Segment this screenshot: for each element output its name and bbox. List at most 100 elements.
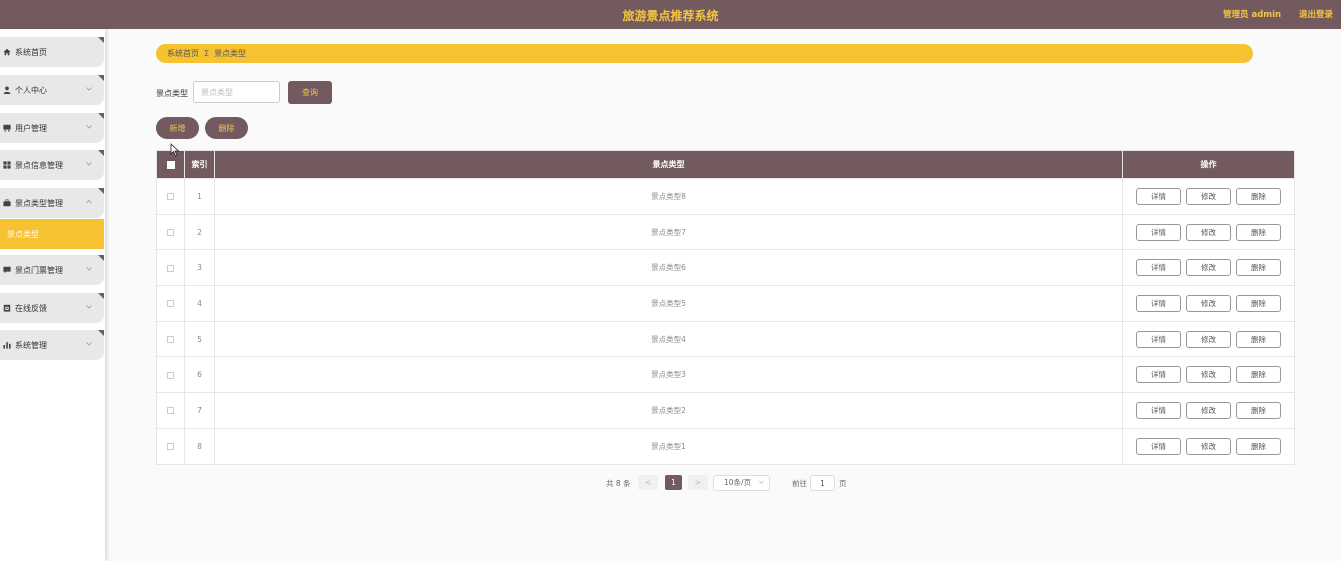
- corner-decoration: [98, 150, 104, 156]
- row-ops: 详情 修改 删除: [1122, 356, 1295, 394]
- row-checkbox[interactable]: [167, 193, 174, 201]
- add-button[interactable]: 新增: [156, 117, 199, 139]
- sidebar-item-users[interactable]: 用户管理: [0, 113, 104, 143]
- next-page-button[interactable]: >: [688, 475, 708, 490]
- row-type: 景点类型6: [214, 249, 1123, 287]
- detail-button[interactable]: 详情: [1136, 187, 1181, 205]
- detail-button[interactable]: 详情: [1136, 366, 1181, 384]
- edit-button[interactable]: 修改: [1186, 330, 1231, 348]
- edit-button[interactable]: 修改: [1186, 366, 1231, 384]
- delete-button[interactable]: 删除: [1236, 294, 1281, 312]
- bar-chart-icon: [2, 340, 12, 350]
- row-checkbox-cell: [156, 427, 185, 465]
- user-icon: [2, 85, 12, 95]
- admin-label: 管理员 admin: [1223, 10, 1282, 20]
- prev-page-button[interactable]: <: [638, 475, 658, 490]
- logout-link[interactable]: 退出登录: [1299, 8, 1333, 20]
- chevron-up-icon: [86, 199, 92, 204]
- delete-button[interactable]: 删除: [1236, 330, 1281, 348]
- row-type: 景点类型5: [214, 285, 1123, 322]
- row-checkbox[interactable]: [167, 443, 174, 451]
- row-type: 景点类型8: [214, 178, 1123, 215]
- detail-button[interactable]: 详情: [1136, 437, 1181, 455]
- chevron-down-icon: [86, 87, 92, 91]
- breadcrumb-separator: Σ: [204, 49, 210, 58]
- delete-button[interactable]: 删除: [1236, 187, 1281, 205]
- breadcrumb-current: 景点类型: [214, 49, 247, 58]
- sidebar-item-spot-info[interactable]: 景点信息管理: [0, 150, 104, 180]
- row-checkbox[interactable]: [167, 407, 174, 415]
- select-all-checkbox[interactable]: [166, 160, 175, 169]
- clipboard-icon: [2, 303, 12, 313]
- chevron-down-icon: [86, 305, 92, 309]
- corner-decoration: [98, 188, 104, 194]
- chat-icon: [2, 265, 12, 275]
- header-type: 景点类型: [214, 150, 1123, 179]
- sidebar-item-label: 在线反馈: [15, 303, 47, 313]
- row-checkbox-cell: [156, 213, 185, 251]
- delete-button[interactable]: 删除: [1236, 401, 1281, 419]
- batch-delete-button[interactable]: 删除: [205, 117, 248, 139]
- sidebar-item-personal[interactable]: 个人中心: [0, 75, 104, 105]
- delete-button[interactable]: 删除: [1236, 366, 1281, 384]
- corner-decoration: [98, 255, 104, 261]
- edit-button[interactable]: 修改: [1186, 437, 1231, 455]
- sidebar-item-label: 景点门票管理: [15, 265, 63, 275]
- row-checkbox-cell: [156, 356, 185, 394]
- row-checkbox-cell: [156, 320, 185, 358]
- row-checkbox[interactable]: [167, 371, 174, 379]
- sidebar-item-tickets[interactable]: 景点门票管理: [0, 255, 104, 285]
- corner-decoration: [98, 37, 104, 43]
- detail-button[interactable]: 详情: [1136, 294, 1181, 312]
- edit-button[interactable]: 修改: [1186, 294, 1231, 312]
- row-checkbox-cell: [156, 178, 185, 215]
- sidebar-item-spot-type-mgmt[interactable]: 景点类型管理: [0, 188, 104, 218]
- edit-button[interactable]: 修改: [1186, 401, 1231, 419]
- row-type: 景点类型7: [214, 213, 1123, 251]
- sidebar-item-label: 个人中心: [15, 85, 47, 95]
- search-input[interactable]: [193, 81, 280, 103]
- sidebar-item-label: 系统管理: [15, 340, 47, 350]
- row-type: 景点类型3: [214, 356, 1123, 394]
- edit-button[interactable]: 修改: [1186, 259, 1231, 277]
- row-ops: 详情 修改 删除: [1122, 320, 1295, 358]
- sidebar-item-home[interactable]: 系统首页: [0, 37, 104, 67]
- home-icon: [2, 47, 12, 57]
- sidebar-subitem-spot-type[interactable]: 景点类型: [0, 219, 104, 249]
- detail-button[interactable]: 详情: [1136, 259, 1181, 277]
- edit-button[interactable]: 修改: [1186, 187, 1231, 205]
- query-button[interactable]: 查询: [288, 81, 332, 104]
- delete-button[interactable]: 删除: [1236, 259, 1281, 277]
- page-suffix: 页: [839, 479, 847, 488]
- goto-label: 前往: [792, 479, 807, 488]
- row-checkbox[interactable]: [167, 300, 174, 308]
- detail-button[interactable]: 详情: [1136, 401, 1181, 419]
- delete-button[interactable]: 删除: [1236, 437, 1281, 455]
- row-ops: 详情 修改 删除: [1122, 285, 1295, 322]
- sidebar: 系统首页 个人中心 用户管理 景点信息管理 景点类型管理 景点类型 景点门票管理…: [0, 29, 105, 561]
- row-checkbox[interactable]: [167, 229, 174, 237]
- row-checkbox[interactable]: [167, 336, 174, 344]
- goto-page-input[interactable]: [810, 475, 835, 491]
- row-index: 4: [184, 285, 215, 322]
- corner-decoration: [98, 293, 104, 299]
- page-size-select[interactable]: 10条/页: [713, 475, 770, 491]
- sidebar-item-feedback[interactable]: 在线反馈: [0, 293, 104, 323]
- row-checkbox[interactable]: [167, 264, 174, 272]
- delete-button[interactable]: 删除: [1236, 223, 1281, 241]
- table-row: 3 景点类型6 详情 修改 删除: [156, 249, 1295, 287]
- row-ops: 详情 修改 删除: [1122, 427, 1295, 465]
- chevron-down-icon: [86, 162, 92, 166]
- grid-icon: [2, 160, 12, 170]
- detail-button[interactable]: 详情: [1136, 223, 1181, 241]
- users-icon: [2, 123, 12, 133]
- table-row: 5 景点类型4 详情 修改 删除: [156, 320, 1295, 358]
- page-number-current[interactable]: 1: [665, 475, 682, 490]
- chevron-down-icon: [86, 267, 92, 271]
- edit-button[interactable]: 修改: [1186, 223, 1231, 241]
- sidebar-item-system[interactable]: 系统管理: [0, 330, 104, 360]
- corner-decoration: [98, 113, 104, 119]
- detail-button[interactable]: 详情: [1136, 330, 1181, 348]
- app-title: 旅游景点推荐系统: [622, 9, 719, 23]
- breadcrumb-home[interactable]: 系统首页: [167, 48, 199, 59]
